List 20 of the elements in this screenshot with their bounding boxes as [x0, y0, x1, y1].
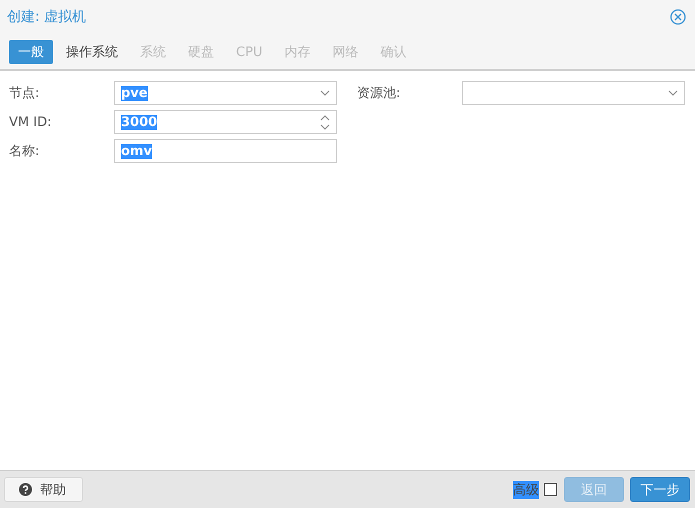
help-button[interactable]: 帮助	[4, 477, 83, 502]
dropdown-field[interactable]	[462, 81, 685, 105]
close-icon[interactable]	[670, 9, 686, 25]
dropdown-field[interactable]: pve	[114, 81, 337, 105]
number-field[interactable]: 3000	[114, 110, 337, 134]
window-title: 创建: 虚拟机	[7, 8, 86, 26]
help-icon	[19, 483, 32, 496]
field-label: 资源池:	[357, 85, 402, 102]
field-label: VM ID:	[9, 114, 52, 130]
field-label: 节点:	[9, 85, 40, 102]
field-label: 名称:	[9, 143, 40, 160]
tab[interactable]: 一般	[9, 40, 53, 64]
chevron-down-icon[interactable]	[668, 90, 678, 96]
spinner-arrows-icon[interactable]	[320, 114, 330, 130]
input-field[interactable]: omv	[114, 139, 337, 163]
advanced-checkbox[interactable]	[544, 483, 557, 496]
wizard-button[interactable]: 下一步	[630, 477, 690, 502]
chevron-down-icon[interactable]	[320, 90, 330, 96]
advanced-label: 高级	[513, 480, 539, 498]
tab[interactable]: 操作系统	[57, 40, 127, 64]
